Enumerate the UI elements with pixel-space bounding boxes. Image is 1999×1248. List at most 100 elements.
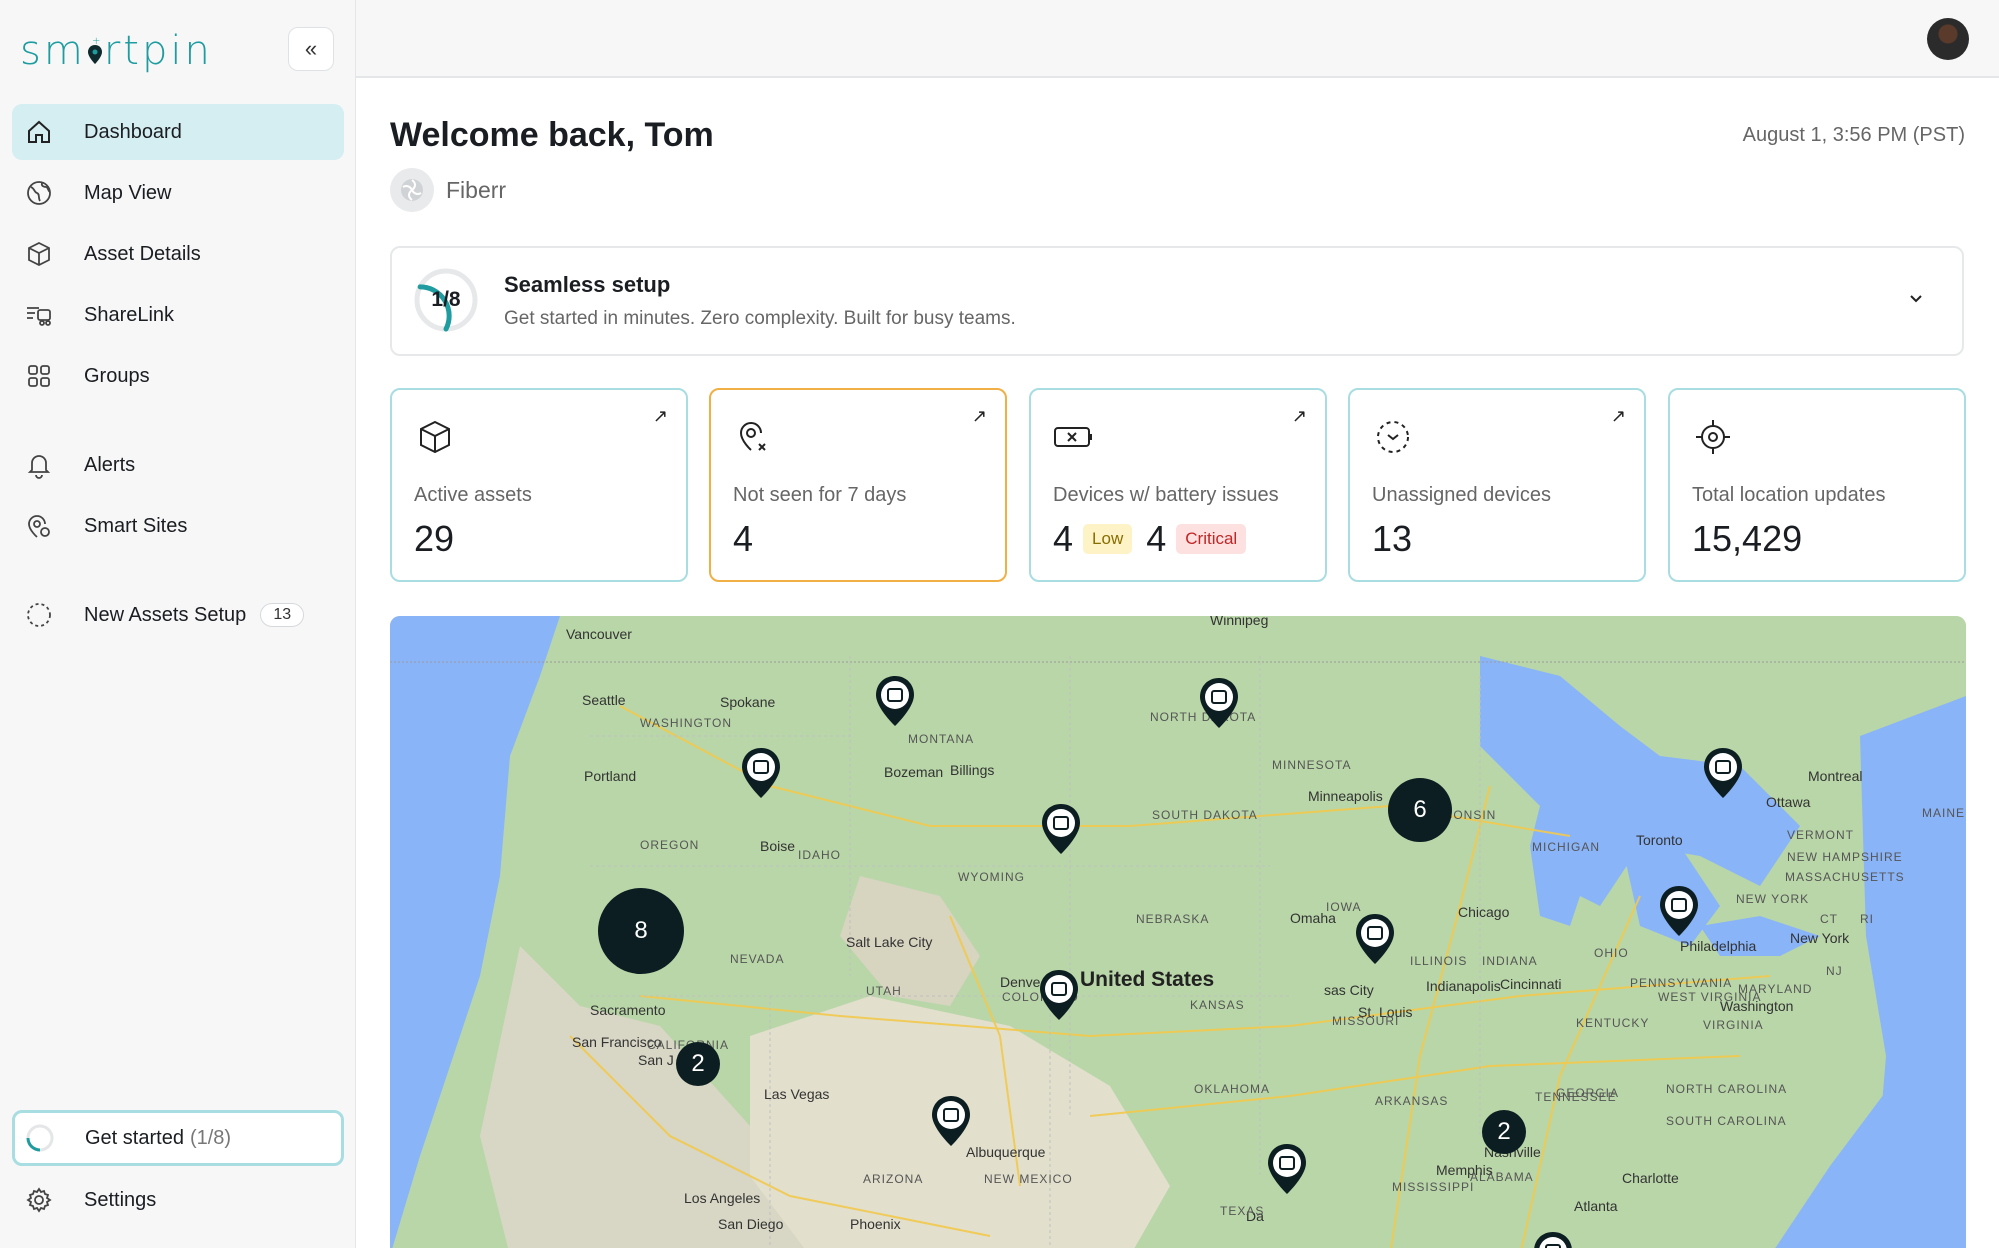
- map-country-label: United States: [1080, 968, 1215, 991]
- arrow-up-right-icon[interactable]: ↗: [653, 406, 668, 427]
- map-state-label: WASHINGTON: [640, 716, 733, 730]
- get-started-progress: (1/8): [189, 1126, 232, 1149]
- asset-pin-icon[interactable]: [1658, 884, 1700, 938]
- map-state-label: ALABAMA: [1470, 1170, 1534, 1184]
- user-avatar[interactable]: [1927, 18, 1969, 60]
- sidebar-item-label: ShareLink: [84, 303, 175, 326]
- sidebar-item-map-view[interactable]: Map View: [12, 165, 344, 221]
- asset-pin-icon[interactable]: [1038, 968, 1080, 1022]
- sidebar-item-sharelink[interactable]: ShareLink: [12, 287, 344, 343]
- sidebar-item-label: Dashboard: [84, 120, 182, 143]
- map-state-label: VERMONT: [1787, 828, 1854, 842]
- sidebar: sm + rtpin « Dashboard Map View Asset Deta…: [0, 0, 356, 1248]
- sidebar-item-label: Alerts: [84, 453, 136, 476]
- asset-pin-icon[interactable]: [1198, 676, 1240, 730]
- settings-nav: Settings: [12, 1172, 344, 1233]
- get-started-button[interactable]: Get started (1/8): [12, 1110, 344, 1166]
- seamless-setup-panel[interactable]: 1/8 Seamless setup Get started in minute…: [390, 246, 1964, 356]
- sidebar-item-asset-details[interactable]: Asset Details: [12, 226, 344, 282]
- cube-icon: [414, 416, 456, 458]
- sidebar-nav-secondary: Alerts Smart Sites: [12, 437, 344, 559]
- asset-map[interactable]: United States Vancouver Seattle Spokane Por…: [390, 616, 1966, 1248]
- map-city-label: New York: [1790, 930, 1850, 946]
- map-cluster[interactable]: 2: [676, 1042, 720, 1086]
- map-city-label: Denve: [1000, 974, 1041, 990]
- chevrons-left-icon: «: [304, 36, 318, 61]
- map-state-label: TEXAS: [1220, 1204, 1265, 1218]
- cube-icon: [24, 239, 54, 269]
- stat-label: Devices w/ battery issues: [1053, 484, 1279, 506]
- stat-card-active-assets[interactable]: ↗ Active assets 29: [390, 388, 688, 582]
- map-city-label: Portland: [584, 768, 637, 784]
- stat-value: 13: [1372, 518, 1413, 559]
- setup-progress-text: 1/8: [431, 288, 461, 311]
- map-state-label: ARIZONA: [863, 1172, 924, 1186]
- crosshair-icon: [1692, 416, 1734, 458]
- stat-card-not-seen[interactable]: ↗ Not seen for 7 days 4: [709, 388, 1007, 582]
- map-city-label: Boise: [760, 838, 796, 854]
- asset-pin-icon[interactable]: [874, 674, 916, 728]
- asset-pin-icon[interactable]: [1532, 1230, 1574, 1248]
- map-state-label: PENNSYLVANIA: [1630, 976, 1733, 990]
- map-cluster[interactable]: 8: [598, 888, 684, 974]
- collapse-sidebar-button[interactable]: «: [288, 27, 334, 71]
- asset-pin-icon[interactable]: [1354, 912, 1396, 966]
- asset-pin-icon[interactable]: [1702, 746, 1744, 800]
- map-state-label: GEORGIA: [1556, 1086, 1620, 1100]
- map-cluster[interactable]: 6: [1388, 778, 1452, 842]
- map-city-label: Atlanta: [1574, 1198, 1618, 1214]
- map-city-label: Las Vegas: [764, 1086, 830, 1102]
- map-state-label: OREGON: [640, 838, 700, 852]
- asset-pin-icon[interactable]: [1266, 1142, 1308, 1196]
- arrow-up-right-icon[interactable]: ↗: [972, 406, 987, 427]
- low-badge: Low: [1083, 524, 1133, 554]
- sidebar-item-smart-sites[interactable]: Smart Sites: [12, 498, 344, 554]
- stat-value: 29: [414, 518, 455, 559]
- organization-switcher[interactable]: Fiberr: [390, 168, 506, 212]
- battery-critical-count: 4: [1146, 518, 1167, 559]
- map-state-label: SOUTH DAKOTA: [1152, 808, 1258, 822]
- map-state-label: ILLINOIS: [1410, 954, 1468, 968]
- battery-low-count: 4: [1053, 518, 1074, 559]
- asset-pin-icon[interactable]: [930, 1094, 972, 1148]
- map-state-label: NEBRASKA: [1136, 912, 1210, 926]
- sidebar-item-new-assets-setup[interactable]: New Assets Setup 13: [12, 587, 344, 643]
- map-state-label: MINNESOTA: [1272, 758, 1352, 772]
- map-city-label: San Diego: [718, 1216, 784, 1232]
- map-state-label: MICHIGAN: [1532, 840, 1600, 854]
- sidebar-item-dashboard[interactable]: Dashboard: [12, 104, 344, 160]
- arrow-up-right-icon[interactable]: ↗: [1292, 406, 1307, 427]
- main-content: Welcome back, Tom August 1, 3:56 PM (PST…: [356, 80, 1999, 1248]
- map-city-label: Chicago: [1458, 904, 1510, 920]
- map-state-label: KANSAS: [1190, 998, 1245, 1012]
- sidebar-item-groups[interactable]: Groups: [12, 348, 344, 404]
- sidebar-item-alerts[interactable]: Alerts: [12, 437, 344, 493]
- sharelink-icon: [24, 300, 54, 330]
- chevron-down-icon[interactable]: [1906, 288, 1926, 314]
- map-state-label: IDAHO: [798, 848, 842, 862]
- stat-card-battery-issues[interactable]: ↗ Devices w/ battery issues 4 Low 4 Crit…: [1029, 388, 1327, 582]
- stat-card-unassigned[interactable]: ↗ Unassigned devices 13: [1348, 388, 1646, 582]
- map-state-label: NEW MEXICO: [984, 1172, 1073, 1186]
- smartpin-logo[interactable]: sm + rtpin: [20, 28, 213, 74]
- org-logo-icon: [390, 168, 434, 212]
- asset-pin-icon[interactable]: [1040, 802, 1082, 856]
- asset-pin-icon[interactable]: [740, 746, 782, 800]
- stat-card-location-updates[interactable]: Total location updates 15,429: [1668, 388, 1966, 582]
- map-city-label: Indianapolis: [1426, 978, 1501, 994]
- get-started-label: Get started: [85, 1126, 184, 1149]
- map-state-label: OHIO: [1594, 946, 1629, 960]
- map-cluster[interactable]: 2: [1482, 1110, 1526, 1154]
- map-state-label: NJ: [1826, 964, 1843, 978]
- sidebar-item-label: Smart Sites: [84, 514, 188, 537]
- map-city-label: Spokane: [720, 694, 776, 710]
- battery-values: 4 Low 4 Critical: [1053, 518, 1247, 560]
- map-state-label: NORTH CAROLINA: [1666, 1082, 1788, 1096]
- map-city-label: Vancouver: [566, 626, 632, 642]
- stats-cards: ↗ Active assets 29 ↗ Not seen for 7 days…: [390, 388, 1966, 582]
- sidebar-item-settings[interactable]: Settings: [12, 1172, 344, 1228]
- progress-ring-icon: [25, 1123, 55, 1153]
- map-state-label: WYOMING: [958, 870, 1025, 884]
- map-city-label: Charlotte: [1622, 1170, 1679, 1186]
- arrow-up-right-icon[interactable]: ↗: [1611, 406, 1626, 427]
